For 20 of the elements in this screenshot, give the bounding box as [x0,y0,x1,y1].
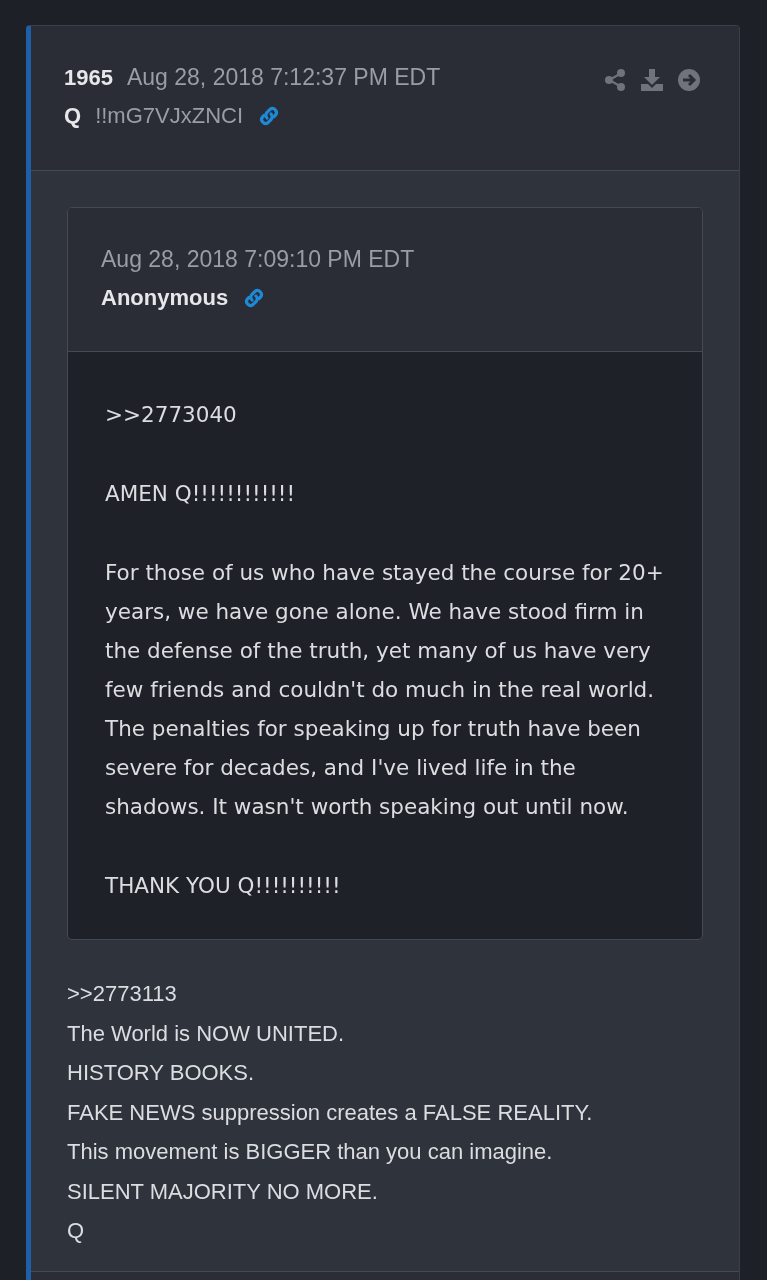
message-line: FAKE NEWS suppression creates a FALSE REALITY. [67,1098,594,1127]
quote-text: >>2773040 [105,401,238,429]
message-line: This movement is BIGGER than you can imagine. [67,1138,554,1166]
download-icon[interactable] [640,68,664,92]
post-number: 1965 [64,65,113,91]
message-line: SILENT MAJORITY NO MORE. [67,1177,379,1206]
message-line: The World is NOW UNITED. [67,1019,346,1048]
tripcode: !!mG7VJxZNCI [95,103,244,129]
message-line: HISTORY BOOKS. [67,1059,256,1087]
quote-text: AMEN Q!!!!!!!!!!!! [105,480,297,508]
message-line: Q [67,1217,86,1245]
quote-text: THANK YOU Q!!!!!!!!!! [105,872,342,900]
quote-author: Anonymous [101,285,229,311]
quote-text: For those of us who have stayed the course for 20+ years, we have gone alone. We have stood firm in the defense of the truth, yet many of us have very few friends and couldn't do much in the real world. The penalties for speaking up for truth have been severe for decades, and I've lived life in the shadows. It wasn't worth speaking out until now. [105,559,665,821]
quote-date: Aug 28, 2018 7:09:10 PM EDT [101,246,416,273]
arrow-circle-icon[interactable] [677,68,701,92]
message-line: >>2773113 [67,980,178,1008]
share-icon[interactable] [603,68,627,92]
author-name: Q [64,103,82,129]
post-date: Aug 28, 2018 7:12:37 PM EDT [126,64,441,91]
